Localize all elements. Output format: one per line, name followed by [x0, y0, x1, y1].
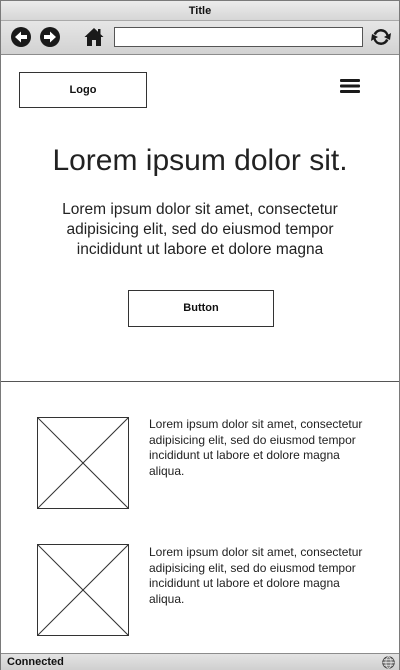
hero-title: Lorem ipsum dolor sit.	[52, 144, 348, 177]
reload-icon[interactable]	[370, 26, 392, 48]
browser-window: Title Logo Lorem ipsum dolor sit. Lorem …	[0, 0, 400, 670]
browser-toolbar	[1, 21, 399, 55]
status-bar: Connected	[1, 653, 399, 670]
logo[interactable]: Logo	[19, 72, 147, 108]
hero-text: Lorem ipsum dolor sit amet, consectetur …	[62, 201, 338, 258]
globe-icon	[382, 656, 395, 669]
image-placeholder-icon	[37, 544, 129, 636]
image-placeholder-icon	[37, 417, 129, 509]
back-arrow-icon[interactable]	[10, 26, 32, 48]
section-divider	[1, 381, 399, 382]
media-item-text: Lorem ipsum dolor sit amet, consectetur …	[149, 417, 363, 478]
window-title: Title	[1, 1, 399, 21]
hero-button[interactable]: Button	[128, 290, 274, 327]
home-icon[interactable]	[83, 26, 105, 48]
forward-arrow-icon[interactable]	[39, 26, 61, 48]
status-text: Connected	[7, 656, 64, 668]
url-input[interactable]	[114, 27, 363, 47]
media-item-text: Lorem ipsum dolor sit amet, consectetur …	[149, 545, 363, 606]
hamburger-menu-icon[interactable]	[340, 79, 360, 93]
